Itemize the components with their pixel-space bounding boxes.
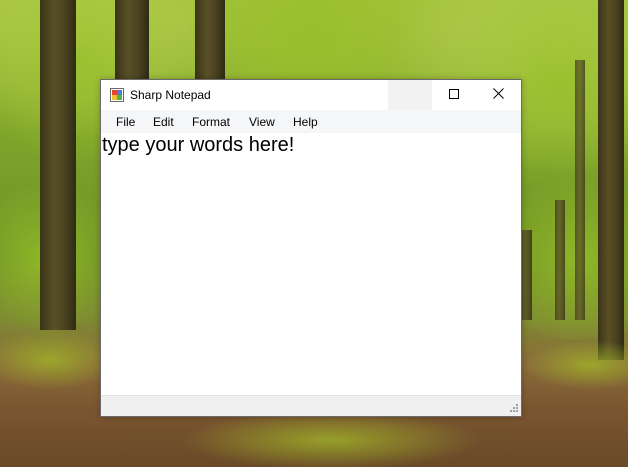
notepad-window: Sharp Notepad File Edit Format View Help…: [100, 79, 522, 417]
resize-grip-icon[interactable]: [507, 402, 519, 414]
wallpaper-tree-trunk: [598, 0, 624, 360]
status-bar: [101, 395, 521, 416]
close-button[interactable]: [476, 80, 520, 110]
maximize-button[interactable]: [432, 80, 476, 110]
close-icon: [492, 86, 504, 104]
wallpaper-tree-trunk: [195, 0, 225, 85]
maximize-icon: [449, 86, 459, 104]
menu-view[interactable]: View: [249, 115, 275, 129]
menu-edit[interactable]: Edit: [153, 115, 174, 129]
menu-help[interactable]: Help: [293, 115, 318, 129]
wallpaper-tree-trunk: [575, 60, 585, 320]
wallpaper-moss: [180, 410, 480, 467]
menu-bar: File Edit Format View Help: [101, 110, 521, 133]
app-icon: [110, 88, 124, 102]
menu-file[interactable]: File: [116, 115, 135, 129]
title-bar[interactable]: Sharp Notepad: [101, 80, 521, 110]
minimize-button[interactable]: [388, 80, 432, 110]
text-editor[interactable]: type your words here!: [101, 133, 521, 395]
wallpaper-tree-trunk: [40, 0, 76, 330]
window-title: Sharp Notepad: [130, 88, 211, 102]
wallpaper-tree-trunk: [555, 200, 565, 320]
wallpaper-moss: [520, 340, 628, 390]
wallpaper-tree-trunk: [115, 0, 149, 90]
minimize-icon: [405, 86, 415, 104]
menu-format[interactable]: Format: [192, 115, 230, 129]
